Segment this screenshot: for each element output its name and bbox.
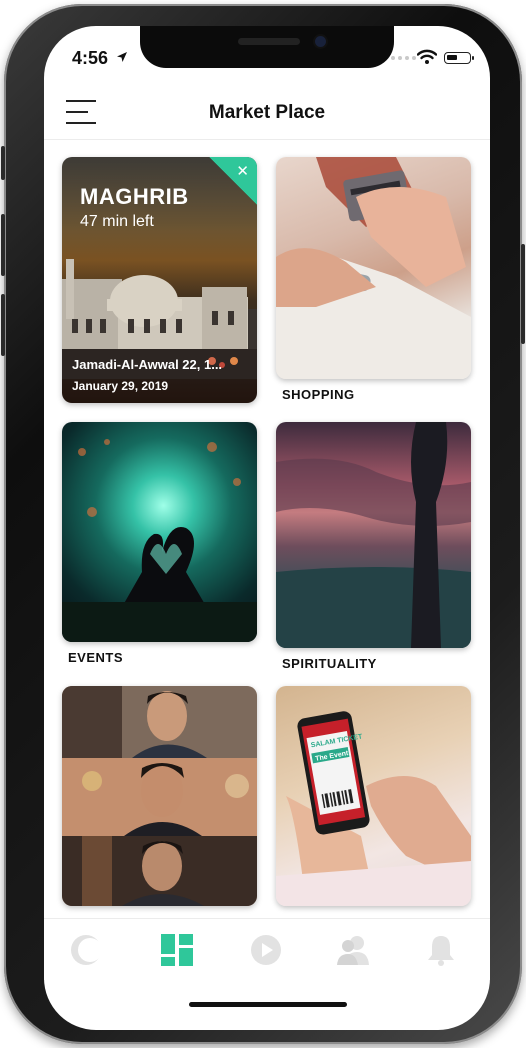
shopping-label[interactable]: SHOPPING (282, 387, 355, 402)
users-icon[interactable] (336, 933, 370, 967)
prayer-name: MAGHRIB (80, 184, 189, 209)
front-camera (315, 36, 326, 47)
notch (140, 26, 394, 68)
close-icon[interactable]: ✕ (236, 162, 249, 180)
battery-icon (444, 52, 474, 64)
bottom-tab-bar (44, 918, 490, 980)
app-header: Market Place (44, 90, 490, 140)
prayer-time-card[interactable]: ✕ MAGHRIB 47 min left Jamadi-Al-Awwal 22… (62, 157, 257, 403)
tickets-tile[interactable]: SALAM TICKET The Event (276, 686, 471, 906)
mute-switch (1, 146, 5, 180)
events-image (62, 439, 257, 642)
shopping-tile[interactable] (276, 157, 471, 379)
events-tile[interactable] (62, 422, 257, 642)
spirituality-label[interactable]: SPIRITUALITY (282, 656, 377, 671)
power-button (521, 244, 525, 344)
shopping-image (276, 157, 471, 379)
signal-icon (391, 56, 416, 60)
page-title: Market Place (208, 102, 326, 123)
phone-frame: 4:56 Market Place ✕ MAGHRIB 47 min left … (1, 4, 525, 1044)
events-label[interactable]: EVENTS (68, 650, 123, 665)
celebrities-tile[interactable] (62, 686, 257, 906)
wifi-icon (417, 49, 437, 64)
status-time: 4:56 (72, 48, 109, 68)
celebrities-image (62, 686, 257, 906)
location-arrow-icon (117, 52, 127, 62)
volume-down-button (1, 294, 5, 356)
phone-screen: 4:56 Market Place ✕ MAGHRIB 47 min left … (44, 26, 490, 1030)
prayer-time-remaining: 47 min left (80, 213, 154, 230)
play-icon[interactable] (249, 933, 283, 967)
gregorian-date: January 29, 2019 (72, 379, 169, 393)
spirituality-tile[interactable] (276, 422, 471, 648)
spirituality-image (276, 422, 471, 648)
grid-icon[interactable] (160, 933, 194, 967)
earpiece-speaker (238, 38, 300, 45)
volume-up-button (1, 214, 5, 276)
close-corner[interactable] (209, 157, 257, 205)
hijri-date: Jamadi-Al-Awwal 22, 1... (72, 357, 223, 372)
bell-icon[interactable] (424, 933, 458, 967)
home-indicator[interactable] (189, 1002, 347, 1007)
ticket-phone-image: SALAM TICKET The Event (276, 711, 471, 906)
moon-icon[interactable] (69, 933, 103, 967)
